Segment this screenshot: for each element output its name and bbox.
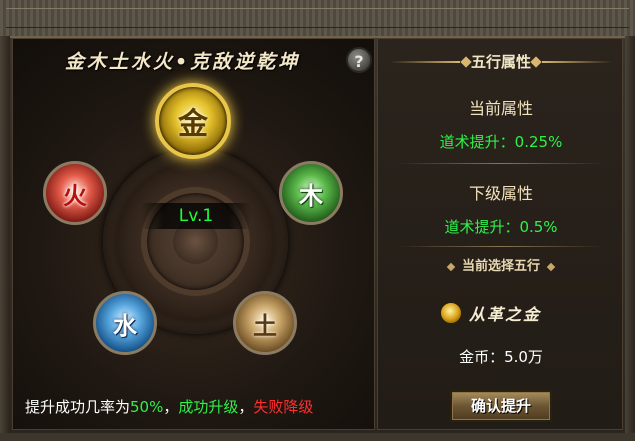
attributes-header: 五行属性 [384, 49, 618, 75]
selected-element-header: 当前选择五行 [378, 255, 624, 274]
element-earth-orb[interactable]: 土 [233, 291, 297, 355]
header-diamond-right [530, 56, 542, 68]
header-ornament-left [390, 61, 460, 63]
rate-fail: 失败降级 [253, 398, 314, 416]
element-gold-glyph: 金 [178, 107, 208, 142]
level-label: Lv.1 [141, 203, 251, 229]
element-wood-orb[interactable]: 木 [279, 161, 343, 225]
element-water-orb[interactable]: 水 [93, 291, 157, 355]
selected-element-name: 从革之金 [469, 305, 542, 324]
attributes-title: 五行属性 [470, 53, 531, 71]
selected-element-header-text: 当前选择五行 [461, 259, 540, 274]
five-elements-panel: 金木土水火•克敌逆乾坤 ? 金 火 木 水 土 Lv.1 提升成功几率为50%，… [12, 38, 375, 430]
element-fire-orb[interactable]: 火 [43, 161, 107, 225]
success-rate-text: 提升成功几率为50%，成功升级，失败降级 [25, 396, 313, 417]
divider-1 [398, 163, 604, 164]
window-left-border [0, 36, 10, 441]
selected-element: 从革之金 [440, 301, 541, 325]
element-wood-glyph: 木 [299, 180, 323, 210]
window-right-border [625, 36, 635, 441]
divider-2 [398, 246, 604, 247]
current-attr-value: 道术提升：0.25% [439, 133, 563, 151]
window-top-border [0, 0, 635, 38]
header-ornament-right [542, 61, 612, 63]
rate-separator-2: ， [238, 398, 254, 416]
element-fire-glyph: 火 [63, 180, 87, 210]
element-gold-orb[interactable]: 金 [155, 83, 231, 159]
attributes-panel: 五行属性 当前属性 道术提升：0.25% 下级属性 道术提升：0.5% 当前选择… [377, 38, 623, 430]
header-diamond-left [460, 56, 472, 68]
panel-title: 金木土水火•克敌逆乾坤 [65, 51, 301, 73]
window-frame: 金木土水火•克敌逆乾坤 ? 金 火 木 水 土 Lv.1 提升成功几率为50%，… [0, 0, 635, 441]
next-attr-value: 道术提升：0.5% [444, 218, 558, 236]
rate-prefix: 提升成功几率为 [25, 398, 131, 416]
help-button[interactable]: ? [346, 47, 372, 73]
gold-element-icon [440, 302, 462, 324]
confirm-upgrade-button[interactable]: 确认提升 [450, 390, 552, 422]
element-earth-glyph: 土 [253, 310, 277, 340]
rate-separator-1: ， [163, 398, 179, 416]
element-water-glyph: 水 [113, 310, 137, 340]
rate-percent: 50% [130, 398, 164, 416]
rate-success: 成功升级 [178, 398, 239, 416]
window-bottom-border [0, 433, 635, 441]
coin-cost: 金币：5.0万 [459, 348, 543, 366]
current-attr-label: 当前属性 [468, 99, 533, 118]
next-attr-label: 下级属性 [468, 184, 533, 203]
